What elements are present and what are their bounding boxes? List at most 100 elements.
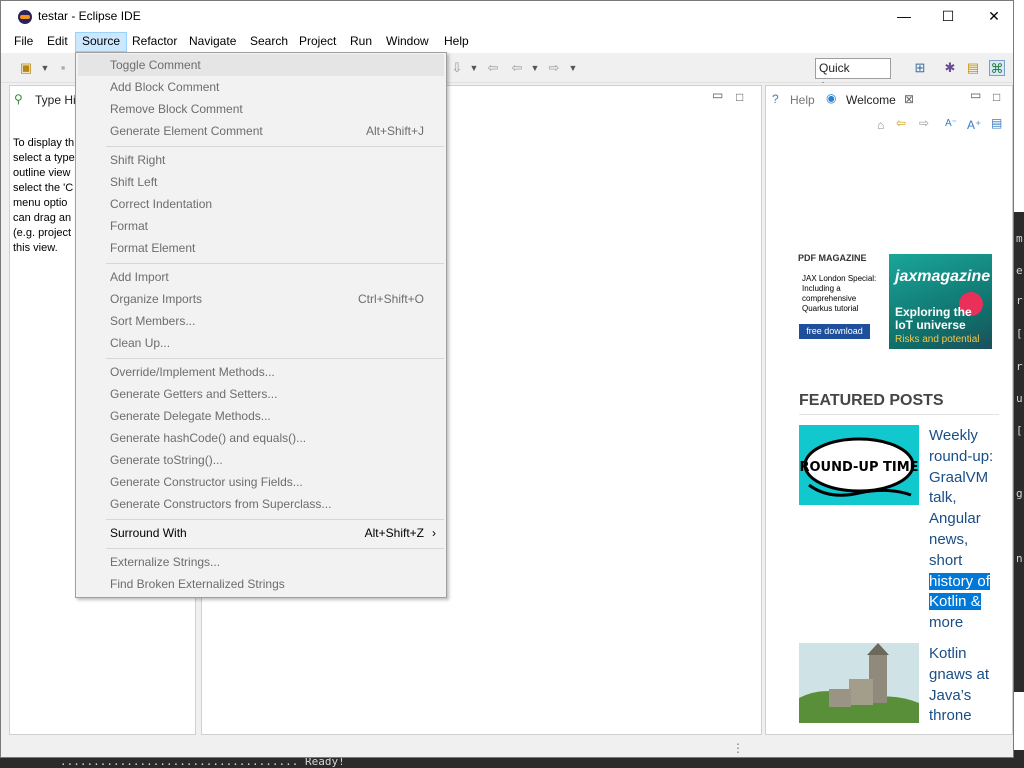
magazine-ad[interactable]: PDF MAGAZINE JAX London Special: Includi… [798,253,994,351]
java-perspective-icon[interactable]: ⌘ [989,60,1005,76]
menu-item-hashcode-equals[interactable]: Generate hashCode() and equals()... [78,427,444,449]
debug-perspective-icon[interactable]: ✱ [942,60,958,76]
menu-file[interactable]: File [8,32,39,52]
forward-icon[interactable]: ⇨ [546,60,562,76]
maximize-button[interactable]: ☐ [925,1,971,32]
menu-item-constructors-superclass[interactable]: Generate Constructors from Superclass... [78,493,444,515]
menu-item-generate-element-comment[interactable]: Generate Element Comment Alt+Shift+J [78,120,444,142]
menu-item-label: Clean Up... [110,336,171,350]
reduce-font-icon[interactable]: A⁻ [945,118,957,129]
chevron-down-icon[interactable]: ▼ [466,60,482,76]
status-grip-icon: ⋮ [732,741,744,755]
menu-item-clean-up[interactable]: Clean Up... [78,332,444,354]
back-icon[interactable]: ⇦ [509,60,525,76]
home-icon[interactable]: ⌂ [877,118,884,132]
menu-help[interactable]: Help [438,32,475,52]
magazine-cover[interactable]: jaxmagazine Exploring the IoT universe R… [889,254,992,349]
increase-font-icon[interactable]: A⁺ [967,118,981,132]
menu-item-shift-right[interactable]: Shift Right [78,149,444,171]
menu-item-label: Toggle Comment [110,58,201,72]
title-bar[interactable]: testar - Eclipse IDE — ☐ ✕ [1,1,1013,32]
menu-source[interactable]: Source [75,32,128,52]
menu-navigate[interactable]: Navigate [183,32,242,52]
menu-item-correct-indentation[interactable]: Correct Indentation [78,193,444,215]
chevron-down-icon[interactable]: ▼ [527,60,543,76]
forward-icon[interactable]: ⇨ [919,116,929,130]
maximize-icon[interactable]: □ [993,90,1000,104]
menu-item-tostring[interactable]: Generate toString()... [78,449,444,471]
chevron-down-icon[interactable]: ▼ [37,60,53,76]
menu-item-surround-with[interactable]: Surround With Alt+Shift+Z › [78,522,444,544]
menu-item-label: Externalize Strings... [110,555,221,569]
menu-item-format-element[interactable]: Format Element [78,237,444,259]
minimize-button[interactable]: — [881,1,927,32]
menu-item-label: Generate Element Comment [110,124,263,138]
open-perspective-icon[interactable]: ⊞ [912,60,928,76]
menu-item-add-block-comment[interactable]: Add Block Comment [78,76,444,98]
menu-item-organize-imports[interactable]: Organize Imports Ctrl+Shift+O [78,288,444,310]
menu-item-add-import[interactable]: Add Import [78,266,444,288]
tab-help[interactable]: Help [790,93,815,107]
menu-project[interactable]: Project [293,32,342,52]
back-icon[interactable]: ⇦ [896,116,906,130]
minimize-icon[interactable]: ▭ [970,88,981,102]
customize-page-icon[interactable]: ▤ [991,116,1002,130]
free-download-button[interactable]: free download [799,324,870,339]
close-button[interactable]: ✕ [971,1,1017,32]
tab-welcome[interactable]: Welcome [846,93,896,107]
post-title-kotlin[interactable]: Kotlin gnaws at Java’s throne [929,644,999,727]
hierarchy-icon: ⚲ [14,92,23,106]
maximize-icon[interactable]: □ [736,90,743,104]
post1-title-text[interactable]: Weekly round-up: GraalVM talk, Angular n… [929,427,993,569]
menu-item-label: Add Import [110,270,169,284]
menu-item-label: Surround With [110,526,187,540]
post1-title-end[interactable]: more [929,614,963,631]
post-image-kotlin[interactable] [799,643,919,723]
menu-window[interactable]: Window [380,32,435,52]
menu-item-find-broken-strings[interactable]: Find Broken Externalized Strings [78,573,444,595]
menu-item-shortcut: Alt+Shift+J [365,124,424,138]
menu-item-sort-members[interactable]: Sort Members... [78,310,444,332]
menu-item-externalize-strings[interactable]: Externalize Strings... [78,551,444,573]
new-icon[interactable]: ▣ [18,60,34,76]
last-edit-icon[interactable]: ⇦ [485,60,501,76]
menu-separator [106,146,444,147]
menu-refactor[interactable]: Refactor [126,32,183,52]
close-tab-icon[interactable]: ⊠ [904,92,914,106]
post-title-roundup[interactable]: Weekly round-up: GraalVM talk, Angular n… [929,426,999,634]
post-image-roundup[interactable]: ROUND-UP TIME [799,425,919,505]
tab-type-hierarchy[interactable]: Type Hi [35,93,76,107]
menu-item-format[interactable]: Format [78,215,444,237]
menu-edit[interactable]: Edit [41,32,74,52]
menu-item-label: Correct Indentation [110,197,213,211]
menu-run[interactable]: Run [344,32,378,52]
menu-separator [106,358,444,359]
menu-item-constructor-fields[interactable]: Generate Constructor using Fields... [78,471,444,493]
menu-item-label: Override/Implement Methods... [110,365,275,379]
chevron-down-icon[interactable]: ▼ [565,60,581,76]
menu-item-override-implement[interactable]: Override/Implement Methods... [78,361,444,383]
minimize-icon[interactable]: ▭ [712,88,723,102]
menu-item-label: Find Broken Externalized Strings [110,577,285,591]
save-icon[interactable]: ▪ [55,60,71,76]
menu-item-getters-setters[interactable]: Generate Getters and Setters... [78,383,444,405]
menu-item-toggle-comment[interactable]: Toggle Comment [78,54,444,76]
menu-item-remove-block-comment[interactable]: Remove Block Comment [78,98,444,120]
menu-item-delegate-methods[interactable]: Generate Delegate Methods... [78,405,444,427]
resource-perspective-icon[interactable]: ▤ [965,60,981,76]
help-icon: ? [772,92,779,106]
menu-item-shortcut: Alt+Shift+Z [364,526,424,540]
menu-item-label: Shift Left [110,175,158,189]
eclipse-icon [18,10,32,24]
menu-item-label: Add Block Comment [110,80,220,94]
menu-search[interactable]: Search [244,32,294,52]
menu-item-label: Generate hashCode() and equals()... [110,431,307,445]
menu-item-label: Format Element [110,241,196,255]
background-terminal: m e r[r u[g n [1014,212,1024,692]
menu-item-shift-left[interactable]: Shift Left [78,171,444,193]
menu-item-label: Shift Right [110,153,166,167]
quick-access-input[interactable]: Quick Access [815,58,891,94]
post1-title-selected[interactable]: history of Kotlin & [929,572,990,611]
next-annotation-icon[interactable]: ⇩ [449,60,465,76]
window-title: testar - Eclipse IDE [38,9,141,23]
